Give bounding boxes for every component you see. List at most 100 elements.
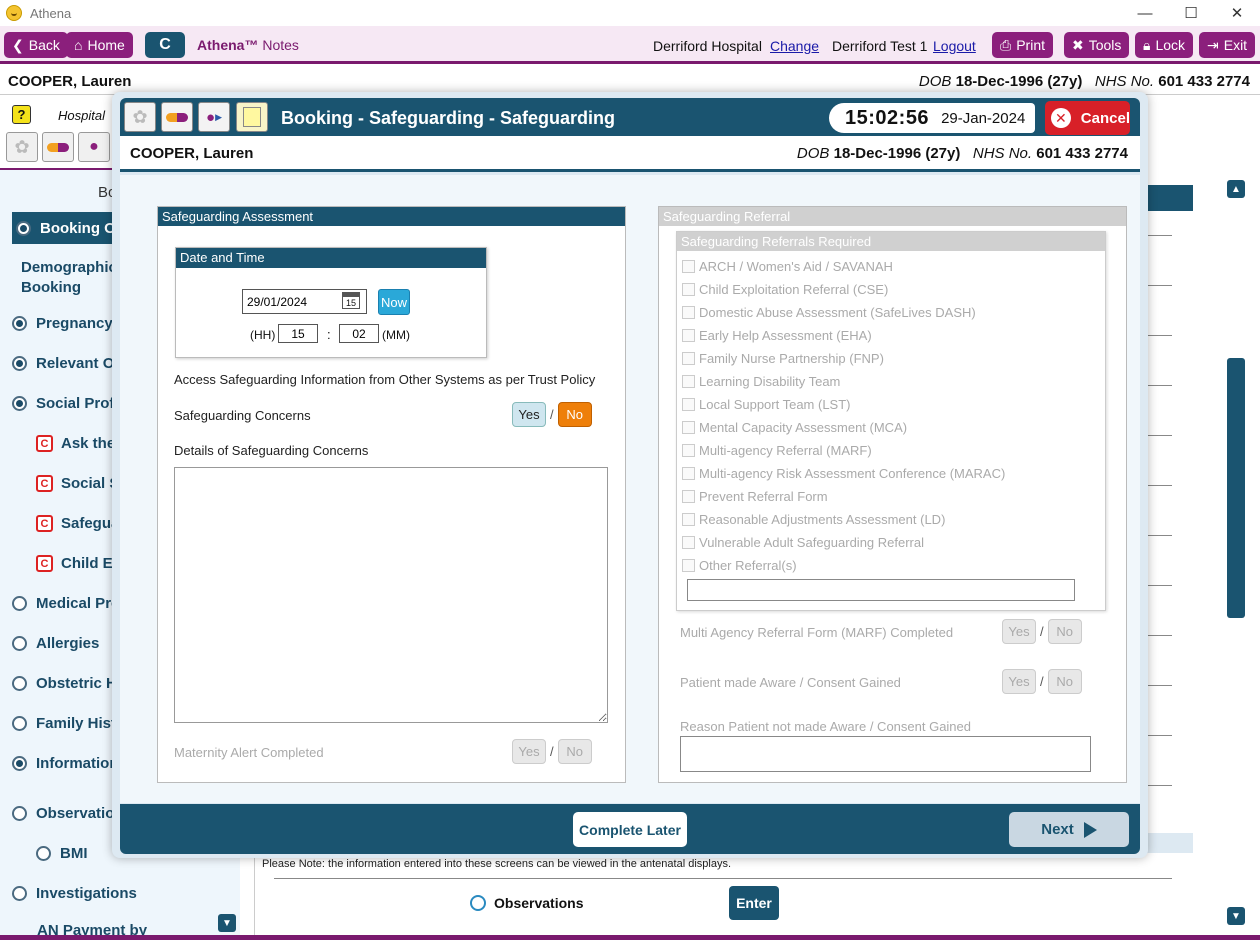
home-icon: ⌂ xyxy=(74,37,83,53)
referral-item[interactable]: Family Nurse Partnership (FNP) xyxy=(682,351,884,366)
clock: 15:02:56 29-Jan-2024 xyxy=(829,103,1035,133)
person-arrow-icon[interactable]: ● ▶ xyxy=(198,102,230,132)
reason-input[interactable] xyxy=(680,736,1091,772)
checkbox[interactable] xyxy=(682,444,695,457)
home-button[interactable]: ⌂ Home xyxy=(66,32,133,58)
patient-banner: COOPER, Lauren DOB 18-Dec-1996 (27y) NHS… xyxy=(0,67,1260,95)
patient-details: DOB 18-Dec-1996 (27y) NHS No. 601 433 27… xyxy=(796,145,1128,162)
nav-scroll-down-button[interactable]: ▼ xyxy=(218,914,236,932)
other-referral-input[interactable] xyxy=(687,579,1075,601)
referral-item[interactable]: Local Support Team (LST) xyxy=(682,397,851,412)
cancel-button[interactable]: ✕ Cancel xyxy=(1045,101,1130,135)
notepad-icon[interactable] xyxy=(236,102,268,132)
observations-option[interactable]: Observations xyxy=(470,895,583,911)
referral-item[interactable]: Early Help Assessment (EHA) xyxy=(682,328,872,343)
back-button[interactable]: ❮ Back xyxy=(4,32,68,58)
content-scrollbar-thumb[interactable] xyxy=(1227,358,1245,618)
nav-investigations[interactable]: Investigations xyxy=(12,885,202,902)
change-hospital-link[interactable]: Change xyxy=(770,38,819,54)
person-icon[interactable]: ● xyxy=(78,132,110,162)
checkbox[interactable] xyxy=(682,352,695,365)
checkbox[interactable] xyxy=(682,536,695,549)
marf-no-button[interactable]: No xyxy=(1047,619,1082,644)
concerns-label: Safeguarding Concerns xyxy=(174,408,311,423)
capsule-icon[interactable] xyxy=(161,102,193,132)
minute-input[interactable] xyxy=(339,324,379,343)
access-info-text: Access Safeguarding Information from Oth… xyxy=(174,372,596,387)
complete-later-button[interactable]: Complete Later xyxy=(573,812,687,847)
hour-input[interactable] xyxy=(278,324,318,343)
checkbox[interactable] xyxy=(682,421,695,434)
content-scroll-down-button[interactable]: ▼ xyxy=(1227,907,1245,925)
next-button[interactable]: Next xyxy=(1009,812,1129,847)
minimize-button[interactable]: — xyxy=(1122,0,1168,26)
checkbox[interactable] xyxy=(682,513,695,526)
radio-icon xyxy=(12,356,27,371)
logout-link[interactable]: Logout xyxy=(933,38,976,54)
help-icon[interactable]: ? xyxy=(12,105,31,124)
athena-logo-icon xyxy=(6,5,22,21)
patient-details: DOB 18-Dec-1996 (27y) NHS No. 601 433 27… xyxy=(918,73,1250,90)
checkbox[interactable] xyxy=(682,306,695,319)
c-button[interactable]: C xyxy=(145,32,185,58)
exit-icon: ⇥ xyxy=(1207,36,1219,53)
enter-button[interactable]: Enter xyxy=(729,886,779,920)
flower-icon[interactable]: ✿ xyxy=(6,132,38,162)
dialog-header: ✿ ● ▶ Booking - Safeguarding - Safeguardi… xyxy=(120,98,1140,136)
referral-item[interactable]: Mental Capacity Assessment (MCA) xyxy=(682,420,907,435)
lock-button[interactable]: 🔒︎ Lock xyxy=(1135,32,1194,58)
close-window-button[interactable]: ✕ xyxy=(1214,0,1260,26)
date-time-header: Date and Time xyxy=(176,248,486,268)
alert-no-button[interactable]: No xyxy=(557,739,592,764)
aware-no-button[interactable]: No xyxy=(1047,669,1082,694)
referral-item[interactable]: Multi-agency Risk Assessment Conference … xyxy=(682,466,1005,481)
referral-item[interactable]: ARCH / Women's Aid / SAVANAH xyxy=(682,259,893,274)
referral-item[interactable]: Child Exploitation Referral (CSE) xyxy=(682,282,888,297)
background-icon-row: ✿ ● xyxy=(6,132,110,162)
patient-name: COOPER, Lauren xyxy=(130,145,254,162)
referral-item[interactable]: Other Referral(s) xyxy=(682,558,797,573)
tools-button[interactable]: ✖ Tools xyxy=(1064,32,1130,58)
dialog-body: Safeguarding Assessment Date and Time 15… xyxy=(120,175,1140,803)
chevron-left-icon: ❮ xyxy=(12,36,24,53)
user-name: Derriford Test 1 xyxy=(832,38,928,54)
referral-item[interactable]: Domestic Abuse Assessment (SafeLives DAS… xyxy=(682,305,976,320)
calendar-icon[interactable]: 15 xyxy=(342,292,360,309)
radio-icon xyxy=(12,316,27,331)
referral-item[interactable]: Vulnerable Adult Safeguarding Referral xyxy=(682,535,924,550)
checkbox[interactable] xyxy=(682,375,695,388)
lock-icon: 🔒︎ xyxy=(1143,36,1151,53)
alert-yes-button[interactable]: Yes xyxy=(512,739,546,764)
maximize-button[interactable]: ☐ xyxy=(1168,0,1214,26)
capsule-icon[interactable] xyxy=(42,132,74,162)
referrals-required-box: Safeguarding Referrals Required ARCH / W… xyxy=(676,231,1106,611)
referral-item[interactable]: Multi-agency Referral (MARF) xyxy=(682,443,872,458)
marf-yes-button[interactable]: Yes xyxy=(1002,619,1036,644)
aware-yes-button[interactable]: Yes xyxy=(1002,669,1036,694)
patient-name: COOPER, Lauren xyxy=(8,73,132,90)
radio-icon xyxy=(12,806,27,821)
checkbox[interactable] xyxy=(682,467,695,480)
now-button[interactable]: Now xyxy=(378,289,410,315)
checkbox[interactable] xyxy=(682,329,695,342)
referral-item[interactable]: Learning Disability Team xyxy=(682,374,840,389)
checkbox[interactable] xyxy=(682,490,695,503)
checkbox[interactable] xyxy=(682,283,695,296)
details-textarea[interactable] xyxy=(174,467,608,723)
concerns-no-button[interactable]: No xyxy=(557,402,592,427)
concerns-yes-button[interactable]: Yes xyxy=(512,402,546,427)
safeguarding-dialog: ✿ ● ▶ Booking - Safeguarding - Safeguardi… xyxy=(112,92,1148,858)
checkbox[interactable] xyxy=(682,559,695,572)
window-titlebar: Athena — ☐ ✕ xyxy=(0,0,1260,26)
arrow-right-icon xyxy=(1083,821,1097,838)
checkbox[interactable] xyxy=(682,260,695,273)
referral-item[interactable]: Prevent Referral Form xyxy=(682,489,828,504)
exit-button[interactable]: ⇥ Exit xyxy=(1199,32,1256,58)
hh-label: (HH) xyxy=(250,328,276,342)
content-scroll-up-button[interactable]: ▲ xyxy=(1227,180,1245,198)
flower-icon[interactable]: ✿ xyxy=(124,102,156,132)
marf-yes-no: Yes / No xyxy=(1002,619,1082,644)
checkbox[interactable] xyxy=(682,398,695,411)
referral-item[interactable]: Reasonable Adjustments Assessment (LD) xyxy=(682,512,945,527)
print-button[interactable]: ⎙ Print xyxy=(992,32,1053,58)
